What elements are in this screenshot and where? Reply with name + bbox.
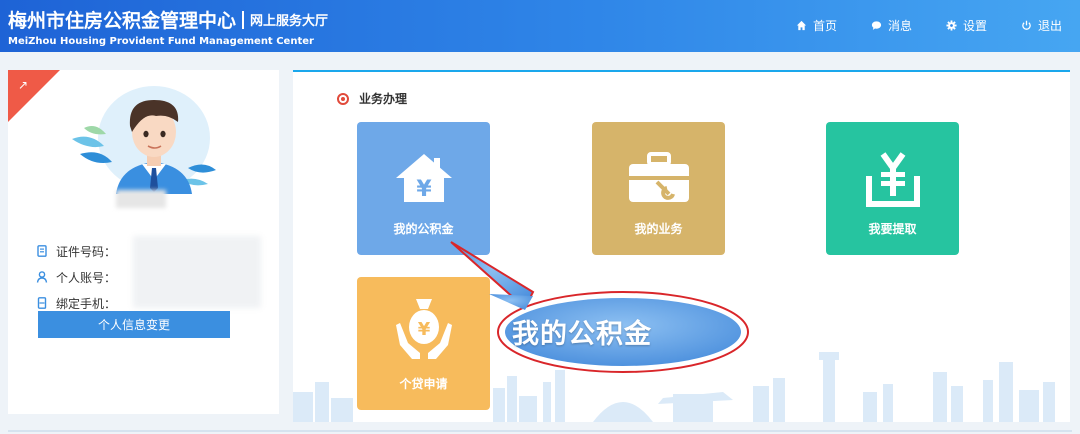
site-title: 梅州市住房公积金管理中心	[8, 10, 237, 32]
arrow-icon: ↗	[18, 78, 29, 92]
bottom-divider	[8, 430, 1072, 432]
site-subtitle: 网上服务大厅	[250, 14, 329, 29]
brand-title-row: 梅州市住房公积金管理中心 网上服务大厅	[8, 6, 328, 33]
nav-settings-label: 设置	[962, 19, 987, 33]
svg-text:¥: ¥	[416, 177, 432, 202]
svg-text:¥: ¥	[417, 319, 430, 340]
id-number-label: 证件号码：	[56, 244, 117, 259]
brand: 梅州市住房公积金管理中心 网上服务大厅 MeiZhou Housing Provi…	[8, 6, 328, 47]
top-nav: 首页 消息 设置 退出	[796, 17, 1062, 34]
nav-messages-label: 消息	[887, 19, 912, 33]
tile-my-business-label: 我的业务	[634, 222, 683, 236]
profile-card: ↗ 证件号码： 个人账号： 绑定手机： 个人信息变更	[8, 70, 279, 414]
nav-settings[interactable]: 设置	[946, 17, 987, 34]
power-icon	[1022, 20, 1031, 30]
tile-withdraw-label: 我要提取	[868, 222, 917, 236]
business-panel: 业务办理 ¥ 我的公积金 我的业务 我要提取 ¥ 个贷申请	[293, 70, 1070, 422]
user-info: 证件号码： 个人账号： 绑定手机：	[36, 238, 116, 316]
title-divider	[242, 11, 245, 29]
home-icon	[796, 20, 807, 31]
tile-my-business[interactable]: 我的业务	[592, 122, 725, 255]
account-number-row: 个人账号：	[36, 264, 116, 290]
withdraw-yuan-icon	[865, 152, 920, 207]
callout-label: 我的公积金	[512, 319, 652, 350]
corner-ribbon	[8, 70, 60, 122]
section-title: 业务办理	[359, 92, 408, 106]
masked-user-values	[133, 236, 261, 308]
phone-icon	[37, 297, 47, 309]
message-icon	[871, 21, 882, 30]
site-title-english: MeiZhou Housing Provident Fund Managemen…	[8, 36, 314, 47]
tile-my-provident-fund[interactable]: ¥ 我的公积金	[357, 122, 490, 255]
house-yuan-icon: ¥	[395, 154, 452, 202]
tile-withdraw[interactable]: 我要提取	[826, 122, 959, 255]
toolbox-icon	[628, 152, 689, 202]
section-header: 业务办理	[337, 90, 407, 107]
user-icon	[36, 271, 48, 283]
edit-profile-button[interactable]: 个人信息变更	[38, 311, 230, 338]
avatar-illustration	[72, 100, 216, 194]
target-icon	[337, 92, 349, 105]
nav-logout[interactable]: 退出	[1021, 17, 1062, 34]
avatar	[70, 84, 220, 194]
nav-logout-label: 退出	[1037, 19, 1062, 33]
id-number-row: 证件号码：	[36, 238, 116, 264]
nav-home-label: 首页	[812, 19, 837, 33]
tile-my-provident-fund-label: 我的公积金	[393, 222, 454, 236]
phone-label: 绑定手机：	[56, 296, 117, 311]
gear-icon	[946, 20, 957, 31]
nav-home[interactable]: 首页	[796, 17, 837, 34]
nav-messages[interactable]: 消息	[871, 17, 912, 34]
city-skyline-decoration	[293, 352, 1055, 422]
user-name-masked	[116, 190, 166, 208]
top-header: 梅州市住房公积金管理中心 网上服务大厅 MeiZhou Housing Provi…	[0, 0, 1080, 52]
account-number-label: 个人账号：	[56, 270, 117, 285]
id-document-icon	[37, 245, 47, 257]
